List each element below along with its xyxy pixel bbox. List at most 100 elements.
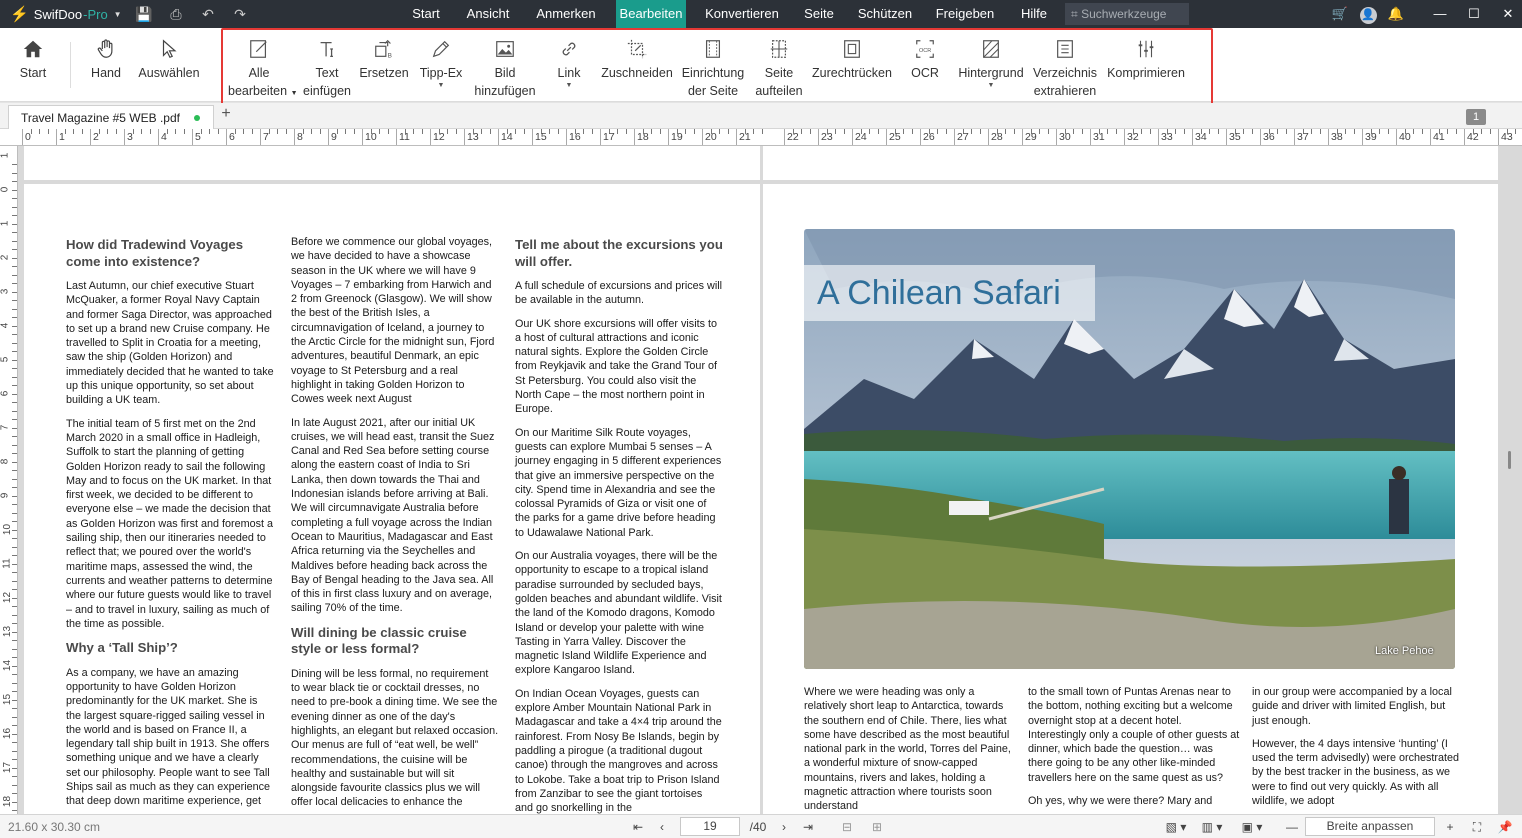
status-bar: 21.60 x 30.30 cm ⇤ ‹ 19 /40 › ⇥ ⊟ ⊞ ▧ ▾ … (0, 814, 1522, 838)
ruler-tick (481, 129, 482, 134)
article-column-1: How did Tradewind Voyages come into exis… (66, 237, 274, 814)
ruler-number: 18 (637, 131, 649, 143)
print-icon[interactable]: ⎙ (160, 6, 192, 23)
tool-replace[interactable]: B Ersetzen (358, 28, 410, 102)
bell-icon[interactable]: 🔔 (1384, 0, 1408, 28)
forward-view-icon[interactable]: ⊞ (868, 815, 886, 838)
tool-crop[interactable]: Zuschneiden (598, 28, 676, 102)
ruler-tick (1328, 129, 1329, 145)
undo-icon[interactable]: ↶ (192, 6, 224, 23)
page-number-input[interactable]: 19 (680, 817, 740, 836)
close-icon[interactable]: ✕ (1496, 0, 1520, 28)
ruler-tick (1396, 129, 1397, 145)
zoom-in-icon[interactable]: + (1442, 815, 1458, 838)
maximize-icon[interactable]: ☐ (1462, 0, 1486, 28)
vertical-scrollbar-thumb[interactable] (1508, 451, 1511, 469)
cart-icon[interactable]: 🛒 (1326, 0, 1354, 28)
menu-hilfe[interactable]: Hilfe (1012, 0, 1056, 28)
tool-link[interactable]: Link ▼ (548, 28, 590, 102)
ruler-tick (447, 129, 448, 134)
ruler-number: 3 (0, 288, 11, 295)
tool-hand[interactable]: Hand (82, 28, 130, 102)
menu-konvertieren[interactable]: Konvertieren (698, 0, 786, 28)
ruler-tick (421, 129, 423, 134)
save-icon[interactable]: 💾 (128, 6, 160, 23)
menu-seite[interactable]: Seite (797, 0, 841, 28)
menu-anmerken[interactable]: Anmerken (530, 0, 602, 28)
ruler-tick (1022, 129, 1023, 145)
tool-split-page[interactable]: Seite aufteilen (752, 28, 806, 102)
ruler-tick (387, 129, 389, 134)
safari-title: A Chilean Safari (804, 265, 1095, 321)
document-viewer[interactable]: How did Tradewind Voyages come into exis… (18, 146, 1522, 814)
search-tools-box[interactable]: ⌗ Suchwerkzeuge (1065, 3, 1189, 25)
article-column-2: Before we commence our global voyages, w… (291, 235, 499, 814)
ruler-tick (1107, 129, 1108, 134)
tool-select[interactable]: Auswählen (136, 28, 202, 102)
tool-deskew[interactable]: Zurechtrücken (810, 28, 894, 102)
tool-ocr[interactable]: OCR OCR (904, 28, 946, 102)
ruler-number: 43 (1501, 131, 1513, 143)
ruler-tick (396, 129, 397, 145)
ruler-tick (498, 129, 499, 145)
tool-compress[interactable]: Komprimieren (1104, 28, 1188, 102)
ruler-tick (345, 129, 346, 134)
ruler-tick (702, 129, 703, 145)
vertical-ruler: 1 0 1 2 3 4 5 6 7 8 9 10 11 12 13 14 15 16 17 18 (0, 146, 18, 814)
previous-page-icon[interactable]: ‹ (654, 815, 670, 838)
tool-add-image[interactable]: Bild hinzufügen (472, 28, 538, 102)
tool-insert-text-label-1: Text (315, 66, 339, 80)
ribbon-toolbar: Start Hand Auswählen Alle bearbeiten ▼ T… (0, 28, 1522, 102)
fullscreen-icon[interactable]: ⛶ (1468, 815, 1486, 838)
app-menu-button[interactable]: ⚡ SwifDoo-Pro ▼ (10, 0, 122, 28)
tool-tippex[interactable]: Tipp-Ex ▼ (414, 28, 468, 102)
ruler-tick (1455, 129, 1457, 134)
user-avatar-icon[interactable]: 👤 (1356, 0, 1380, 28)
view-mode-icon[interactable]: ▧ ▾ (1162, 815, 1190, 838)
pin-icon[interactable]: 📌 (1496, 815, 1514, 838)
menu-schuetzen[interactable]: Schützen (852, 0, 918, 28)
page-dimensions: 21.60 x 30.30 cm (8, 820, 101, 834)
back-view-icon[interactable]: ⊟ (838, 815, 856, 838)
fit-mode-icon[interactable]: ▣ ▾ (1238, 815, 1266, 838)
ruler-tick (464, 129, 465, 145)
ruler-number: 13 (2, 625, 14, 638)
app-name-suffix: -Pro (83, 6, 108, 22)
last-page-icon[interactable]: ⇥ (800, 815, 816, 838)
redo-icon[interactable]: ↷ (224, 6, 256, 23)
article-paragraph: As a company, we have an amazing opportu… (66, 666, 271, 808)
tool-insert-text[interactable]: Text einfügen (300, 28, 354, 102)
first-page-icon[interactable]: ⇤ (630, 815, 646, 838)
right-column-1: Where we were heading was only a relativ… (804, 685, 1014, 814)
document-tab[interactable]: Travel Magazine #5 WEB .pdf (8, 105, 214, 129)
next-page-icon[interactable]: › (776, 815, 792, 838)
menu-freigeben[interactable]: Freigeben (930, 0, 1000, 28)
zoom-out-icon[interactable]: — (1284, 815, 1300, 838)
article-column-3: Tell me about the excursions you will of… (515, 237, 723, 814)
tool-background[interactable]: Hintergrund ▼ (954, 28, 1028, 102)
menu-start[interactable]: Start (404, 0, 448, 28)
tool-start[interactable]: Start (10, 28, 56, 102)
article-heading: Tell me about the excursions you will of… (515, 237, 723, 269)
ruler-number: 30 (1059, 131, 1071, 143)
ruler-number: 4 (0, 322, 11, 329)
ruler-tick (1013, 129, 1015, 134)
tool-extract-toc[interactable]: Verzeichnis extrahieren (1032, 28, 1098, 102)
tool-edit-all[interactable]: Alle bearbeiten ▼ (228, 28, 298, 102)
zoom-select[interactable]: Breite anpassen (1305, 817, 1435, 836)
chevron-down-icon: ▼ (565, 82, 573, 89)
ruler-tick (617, 129, 618, 134)
ruler-tick (761, 129, 763, 134)
page-layout-icon[interactable]: ▥ ▾ (1198, 815, 1226, 838)
tool-link-label: Link (557, 66, 581, 80)
add-tab-button[interactable]: + (218, 105, 234, 123)
menu-ansicht[interactable]: Ansicht (458, 0, 518, 28)
minimize-icon[interactable]: — (1428, 0, 1452, 28)
menu-bearbeiten[interactable]: Bearbeiten (616, 0, 686, 28)
tool-hand-label: Hand (91, 66, 121, 80)
ruler-tick (920, 129, 921, 145)
ruler-number: 14 (2, 659, 14, 672)
tool-page-setup[interactable]: Einrichtung der Seite (680, 28, 746, 102)
ruler-number: 24 (855, 131, 867, 143)
ruler-tick (1515, 129, 1516, 134)
